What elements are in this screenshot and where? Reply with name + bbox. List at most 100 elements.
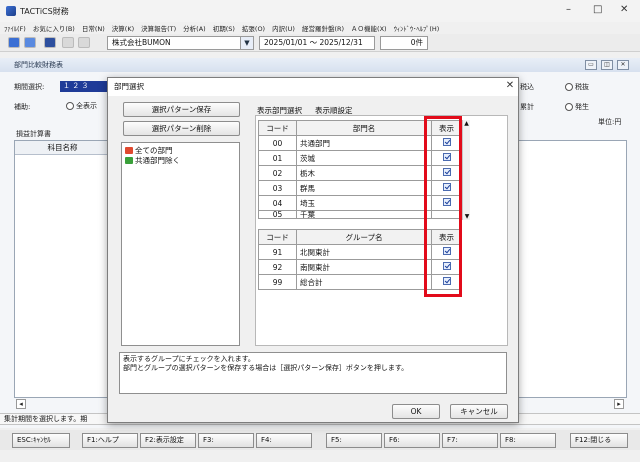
company-select[interactable]: 株式会社BUMON ▼ [107, 36, 254, 50]
hint-line-1: 表示するグループにチェックを入れます。 [123, 355, 255, 363]
dept-name: 埼玉 [296, 195, 432, 211]
group-code: 92 [258, 259, 297, 275]
dept-name: 群馬 [296, 180, 432, 196]
f7-button[interactable]: F7: [442, 433, 498, 448]
f4-button[interactable]: F4: [256, 433, 312, 448]
dept-table-scrollbar[interactable]: ▲ ▼ [462, 120, 470, 220]
period-select-label: 期間選択: [14, 83, 45, 91]
tax-excluded-radio[interactable]: 税抜 [565, 82, 589, 92]
scroll-down-icon[interactable]: ▼ [463, 213, 471, 220]
col-dept-name: 部門名 [296, 120, 432, 136]
menu-report[interactable]: 決算報告(T) [141, 23, 176, 33]
f1-help-button[interactable]: F1:ヘルプ [82, 433, 138, 448]
f5-button[interactable]: F5: [326, 433, 382, 448]
menu-daily[interactable]: 日常(N) [82, 23, 105, 33]
radio-icon [66, 102, 74, 110]
aux-radio-all-label: 全表示 [76, 102, 97, 110]
title-bar: TACTiCS財務 – □ ✕ [0, 0, 640, 22]
group-code: 99 [258, 274, 297, 290]
comparison-window-title-text: 部門比較財務表 [14, 61, 63, 69]
window-title: TACTiCS財務 [20, 6, 69, 16]
menu-favorites[interactable]: お気に入り(B) [33, 23, 75, 33]
function-key-bar: ESC:ｷｬﾝｾﾙ F1:ヘルプ F2:表示設定 F3: F4: F5: F6:… [0, 430, 640, 450]
col-group-name: グループ名 [296, 229, 432, 245]
occurrence-label: 発生 [575, 103, 589, 111]
print-icon[interactable] [24, 37, 36, 48]
dept-name: 栃木 [296, 165, 432, 181]
f2-display-settings-button[interactable]: F2:表示設定 [140, 433, 196, 448]
menu-initial[interactable]: 初期(S) [213, 23, 235, 33]
dept-name: 千葉 [296, 210, 432, 219]
company-value: 株式会社BUMON [112, 38, 171, 47]
ok-button[interactable]: OK [392, 404, 440, 419]
bg-minimize-button[interactable]: ▭ [585, 60, 597, 70]
save-icon[interactable] [8, 37, 20, 48]
minimize-button[interactable]: – [566, 4, 571, 15]
period-value: 2025/01/01 ～ 2025/12/31 [264, 38, 363, 47]
cancel-button[interactable]: キャンセル [450, 404, 508, 419]
hint-line-2: 部門とグループの選択パターンを保存する場合は［選択パターン保存］ボタンを押します… [123, 364, 409, 372]
col-code: コード [258, 229, 297, 245]
dept-name: 共通部門 [296, 135, 432, 151]
key-icon[interactable] [62, 37, 74, 48]
cumulative-label: 累計 [520, 103, 534, 111]
esc-cancel-button[interactable]: ESC:ｷｬﾝｾﾙ [12, 433, 70, 448]
unit-label: 単位:円 [598, 118, 622, 126]
menu-extension[interactable]: 拡張(O) [242, 23, 265, 33]
dept-code: 05 [258, 210, 297, 219]
delete-pattern-button[interactable]: 選択パターン削除 [123, 121, 240, 136]
dept-code: 01 [258, 150, 297, 166]
f3-button[interactable]: F3: [198, 433, 254, 448]
dialog-close-button[interactable]: ✕ [504, 79, 516, 93]
save-pattern-button[interactable]: 選択パターン保存 [123, 102, 240, 117]
group-name: 南関東計 [296, 259, 432, 275]
menu-bar: ﾌｧｲﾙ(F) お気に入り(B) 日常(N) 決算(K) 決算報告(T) 分析(… [0, 22, 640, 34]
aux-radio-all[interactable]: 全表示 [66, 101, 97, 111]
period-field[interactable]: 2025/01/01 ～ 2025/12/31 [259, 36, 375, 50]
report-title: 損益計算書 [16, 130, 51, 138]
menu-file[interactable]: ﾌｧｲﾙ(F) [4, 23, 26, 33]
col-code: コード [258, 120, 297, 136]
maximize-button[interactable]: □ [593, 4, 602, 15]
bg-restore-button[interactable]: ◫ [601, 60, 613, 70]
menu-window-help[interactable]: ｳｨﾝﾄﾞｳ･ﾍﾙﾌﾟ(H) [394, 23, 440, 33]
dept-code: 02 [258, 165, 297, 181]
menu-ao[interactable]: ＡＯ機能(X) [351, 23, 387, 33]
count-field: 0件 [380, 36, 428, 50]
f12-close-button[interactable]: F12:閉じる [570, 433, 628, 448]
pattern-tree: 全ての部門 共通部門除く [121, 142, 240, 346]
menu-analysis[interactable]: 分析(A) [183, 23, 206, 33]
f6-button[interactable]: F6: [384, 433, 440, 448]
count-value: 0件 [410, 38, 423, 47]
close-window-button[interactable]: ✕ [620, 4, 628, 15]
menu-closing[interactable]: 決算(K) [112, 23, 134, 33]
folder-icon [125, 157, 133, 164]
radio-icon [565, 103, 573, 111]
search-icon[interactable] [78, 37, 90, 48]
tax-included-label: 税込 [520, 83, 534, 91]
scroll-left-button[interactable]: ◂ [16, 399, 26, 409]
aux-label: 補助: [14, 103, 31, 111]
dept-code: 04 [258, 195, 297, 211]
scroll-right-button[interactable]: ▸ [614, 399, 624, 409]
dept-name: 茨城 [296, 150, 432, 166]
f8-button[interactable]: F8: [500, 433, 556, 448]
tree-item-label: 共通部門除く [135, 156, 180, 165]
status-message: 集計期間を選択します。期 [4, 415, 88, 423]
tree-item-excluding-common[interactable]: 共通部門除く [125, 155, 180, 166]
comparison-window-title: 部門比較財務表 ▭ ◫ ✕ [0, 58, 640, 72]
menu-compass[interactable]: 経営羅針盤(R) [302, 23, 344, 33]
group-code: 91 [258, 244, 297, 260]
dept-code: 03 [258, 180, 297, 196]
scroll-up-icon[interactable]: ▲ [463, 120, 470, 127]
app-icon [6, 6, 16, 16]
chevron-down-icon[interactable]: ▼ [240, 37, 253, 49]
subject-column-header: 科目名称 [15, 141, 110, 155]
period-select-value[interactable]: １ ２ ３ [60, 81, 110, 92]
menu-breakdown[interactable]: 内訳(U) [272, 23, 295, 33]
hint-box: 表示するグループにチェックを入れます。 部門とグループの選択パターンを保存する場… [119, 352, 507, 394]
occurrence-radio[interactable]: 発生 [565, 102, 589, 112]
mail-icon[interactable] [44, 37, 56, 48]
bg-close-button[interactable]: ✕ [617, 60, 629, 70]
toolbar: 株式会社BUMON ▼ 2025/01/01 ～ 2025/12/31 0件 [0, 34, 640, 52]
